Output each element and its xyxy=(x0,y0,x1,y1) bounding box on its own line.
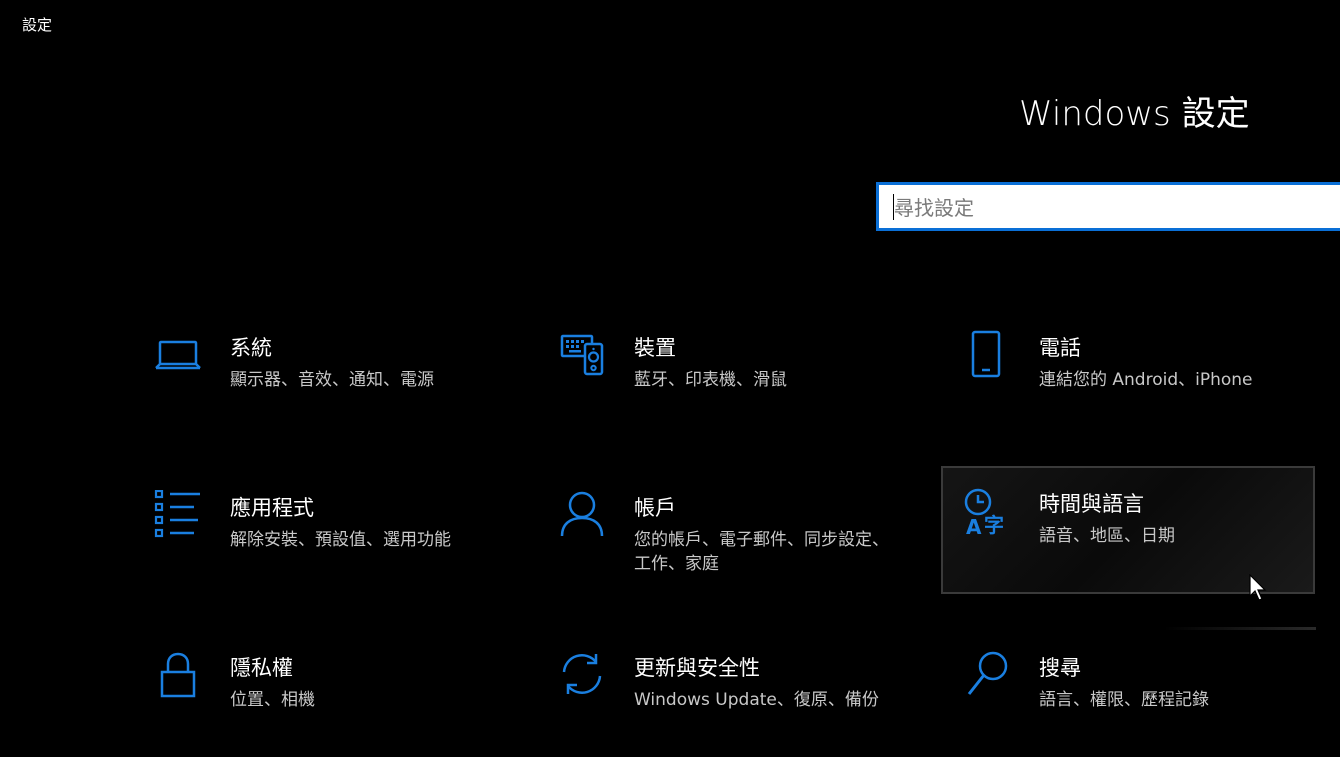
person-icon xyxy=(560,491,604,537)
devices-icon xyxy=(560,334,604,376)
tile-label: 電話 xyxy=(1039,336,1081,360)
phone-icon xyxy=(971,330,1001,378)
search-box[interactable] xyxy=(876,182,1340,231)
window-title: 設定 xyxy=(22,16,53,34)
lock-icon xyxy=(160,652,196,698)
tile-label: 搜尋 xyxy=(1039,656,1081,680)
mouse-cursor-icon xyxy=(1249,574,1267,601)
tile-label: 隱私權 xyxy=(230,656,293,680)
tile-description: 您的帳戶、電子郵件、同步設定、工作、家庭 xyxy=(634,530,889,574)
tile-search[interactable]: 搜尋 語言、權限、歷程記錄 xyxy=(953,630,1327,757)
tile-update-security[interactable]: 更新與安全性 Windows Update、復原、備份 xyxy=(548,630,922,757)
tile-label: 應用程式 xyxy=(230,496,314,520)
tile-label: 時間與語言 xyxy=(1039,492,1144,516)
tile-description: Windows Update、復原、備份 xyxy=(634,690,879,710)
tile-label: 更新與安全性 xyxy=(634,656,760,680)
search-input[interactable] xyxy=(892,190,1316,226)
settings-window: 設定 Windows 設定 系統 顯示器、音效、通知、電源 xyxy=(0,0,1340,757)
tile-system[interactable]: 系統 顯示器、音效、通知、電源 xyxy=(144,310,518,438)
tile-description: 語音、地區、日期 xyxy=(1039,526,1175,546)
laptop-icon xyxy=(155,340,201,370)
tile-description: 顯示器、音效、通知、電源 xyxy=(230,370,434,390)
tile-label: 裝置 xyxy=(634,336,676,360)
search-icon xyxy=(967,651,1008,695)
tile-apps[interactable]: 應用程式 解除安裝、預設值、選用功能 xyxy=(144,470,518,598)
tile-accounts[interactable]: 帳戶 您的帳戶、電子郵件、同步設定、工作、家庭 xyxy=(548,470,922,598)
hover-shadow xyxy=(1164,627,1316,630)
apps-list-icon xyxy=(154,490,200,538)
tile-phone[interactable]: 電話 連結您的 Android、iPhone xyxy=(953,310,1327,438)
page-title: Windows 設定 xyxy=(1019,94,1250,134)
tile-label: 帳戶 xyxy=(634,496,676,520)
tile-description: 連結您的 Android、iPhone xyxy=(1039,370,1253,390)
svg-text:A: A xyxy=(966,515,982,536)
tile-devices[interactable]: 裝置 藍牙、印表機、滑鼠 xyxy=(548,310,922,438)
tile-privacy[interactable]: 隱私權 位置、相機 xyxy=(144,630,518,757)
tile-description: 藍牙、印表機、滑鼠 xyxy=(634,370,787,390)
tile-description: 位置、相機 xyxy=(230,690,315,710)
svg-text:字: 字 xyxy=(984,513,1004,536)
sync-icon xyxy=(562,654,602,694)
tile-description: 解除安裝、預設值、選用功能 xyxy=(230,530,451,550)
tile-label: 系統 xyxy=(230,336,272,360)
time-language-icon: A 字 xyxy=(964,488,1004,536)
tile-description: 語言、權限、歷程記錄 xyxy=(1039,690,1209,710)
